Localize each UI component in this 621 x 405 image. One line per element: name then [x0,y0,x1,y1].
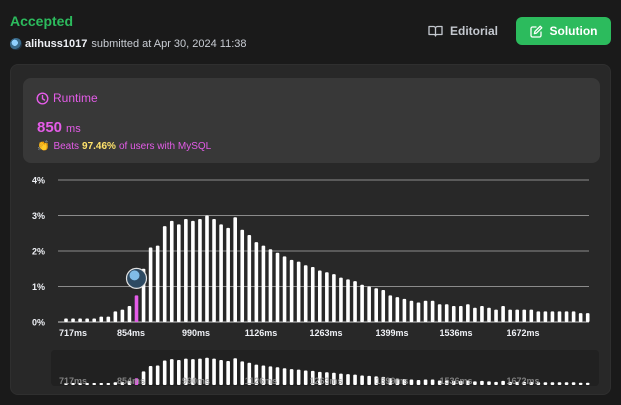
clock-icon [36,91,49,105]
runtime-unit: ms [66,123,81,135]
submitted-time: submitted at Apr 30, 2024 11:38 [91,38,247,50]
submission-meta: alihuss1017 submitted at Apr 30, 2024 11… [10,37,247,51]
runtime-number: 850 [37,119,63,136]
performance-panel: Runtime 850 ms 👏 Beats 97.46% of users wi… [10,64,611,395]
runtime-value: 850 ms [37,119,81,136]
avatar[interactable] [10,38,22,50]
runtime-label: Runtime [53,91,98,105]
runtime-header: Runtime [36,91,98,105]
beats-prefix: Beats [53,140,80,152]
runtime-card[interactable]: Runtime 850 ms 👏 Beats 97.46% of users wi… [23,78,600,163]
clap-icon: 👏 [37,140,50,152]
beats-percent: 97.46% [82,140,116,152]
submission-page: Accepted alihuss1017 submitted at Apr 30… [0,0,621,405]
username-link[interactable]: alihuss1017 [25,38,87,50]
submission-status: Accepted [10,13,74,29]
solution-label: Solution [549,24,598,38]
beats-line: 👏 Beats 97.46% of users with MySQL [37,140,211,152]
editorial-label: Editorial [449,24,498,38]
solution-button[interactable]: Solution [516,17,611,45]
editorial-button[interactable]: Editorial [420,18,506,44]
beats-suffix: of users with MySQL [118,140,212,152]
chart-navigator[interactable] [51,350,599,386]
edit-icon [529,25,542,38]
book-icon [428,25,443,37]
